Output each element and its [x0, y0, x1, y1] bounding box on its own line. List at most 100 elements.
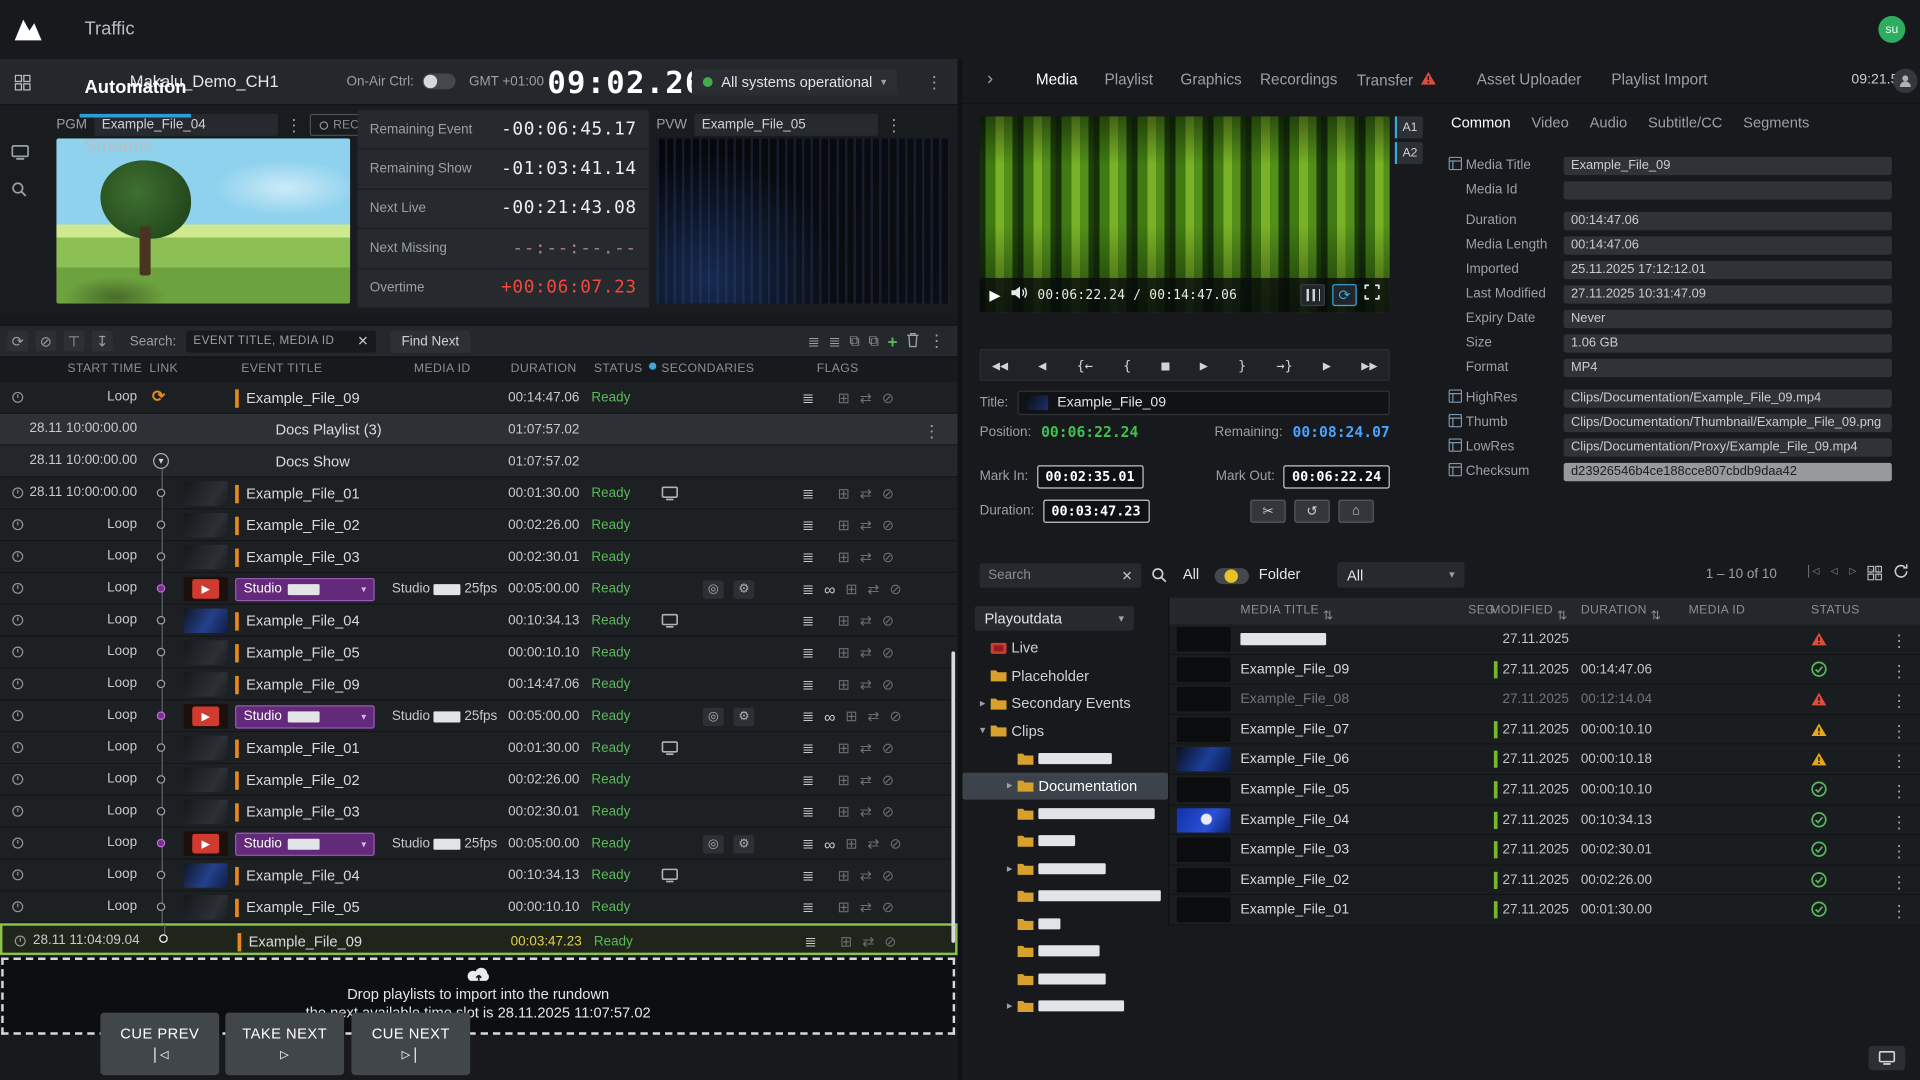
expander-icon[interactable]: ▸ [975, 696, 991, 709]
meta-tab-audio[interactable]: Audio [1590, 114, 1628, 131]
monitor-off-flag-icon[interactable]: ⊘ [882, 389, 894, 406]
search-view-icon[interactable] [11, 181, 27, 203]
clear-media-search-icon[interactable]: ✕ [1121, 568, 1132, 584]
rundown-row[interactable]: 28.11 10:00:00.00▾Docs Show01:07:57.02 [0, 446, 958, 478]
event-title[interactable]: Example_File_02 [235, 509, 360, 541]
rundown-row[interactable]: LoopExample_File_0500:00:10.10Ready≣⊞⇄⊘ [0, 891, 958, 923]
rundown-row[interactable]: LoopExample_File_0200:02:26.00Ready≣⊞⇄⊘ [0, 764, 958, 796]
rundown-row[interactable]: 28.11 11:04:09.04Example_File_0900:03:47… [0, 923, 958, 955]
media-tab-asset-uploader[interactable]: Asset Uploader [1477, 71, 1582, 88]
layout-flag-icon[interactable]: ⊞ [840, 933, 852, 950]
first-page-button[interactable]: |◁ [1805, 564, 1820, 577]
mark-in-value[interactable]: 00:02:35.01 [1037, 465, 1143, 488]
column-header-duration[interactable]: DURATION [511, 362, 577, 375]
studio-event-dropdown[interactable]: Studio▾ [235, 577, 375, 600]
media-tab-playlist-import[interactable]: Playlist Import [1611, 71, 1707, 88]
media-row[interactable]: Example_File_08 27.11.2025 00:12:14.04 ⋮ [1169, 685, 1920, 715]
monitor-off-flag-icon[interactable]: ⊘ [882, 899, 894, 916]
expander-icon[interactable]: ▸ [1002, 779, 1018, 792]
layout-flag-icon[interactable]: ⊞ [838, 740, 850, 757]
tree-item-folder[interactable]: ▸ [962, 855, 1168, 883]
add-event-icon[interactable]: + [888, 331, 898, 351]
user-avatar[interactable]: su [1878, 16, 1905, 43]
main-tab-streams[interactable]: Streams [80, 118, 192, 177]
transition-flag-icon[interactable]: ⇄ [860, 771, 872, 788]
event-title[interactable]: Example_File_09 [238, 926, 363, 958]
event-title[interactable]: Docs Playlist (3) [276, 414, 382, 446]
event-title[interactable]: Example_File_09 [235, 669, 360, 701]
next-page-button[interactable]: ▷ [1849, 564, 1856, 577]
append-list-icon[interactable]: ≣ [808, 332, 820, 349]
media-column-media-id[interactable]: MEDIA ID [1689, 604, 1746, 617]
transition-flag-icon[interactable]: ⇄ [860, 899, 872, 916]
tree-item-documentation[interactable]: ▸ Documentation [962, 772, 1168, 800]
media-row[interactable]: Example_File_09 27.11.2025 00:14:47.06 ⋮ [1169, 655, 1920, 685]
rundown-row[interactable]: LoopExample_File_0300:02:30.01Ready≣⊞⇄⊘ [0, 541, 958, 573]
tree-item-clips[interactable]: ▾ Clips [962, 717, 1168, 745]
makalu-logo[interactable] [0, 16, 56, 43]
export-icon[interactable]: ↧ [92, 331, 113, 352]
collapse-group-icon[interactable]: ▾ [153, 453, 169, 469]
expander-icon[interactable]: ▸ [1002, 862, 1018, 875]
transition-flag-icon[interactable]: ⇄ [867, 708, 879, 725]
tree-item-folder[interactable]: ▸ [962, 992, 1168, 1020]
frame-forward-button[interactable]: ▶ [1323, 357, 1331, 373]
rundown-row[interactable]: LoopExample_File_0300:02:30.01Ready≣⊞⇄⊘ [0, 796, 958, 828]
tree-item-placeholder[interactable]: Placeholder [962, 662, 1168, 690]
cue-next-button[interactable]: CUE NEXT▷| [351, 1013, 470, 1075]
transition-flag-icon[interactable]: ⇄ [867, 580, 879, 597]
gear-icon[interactable]: ⚙ [733, 707, 754, 725]
monitor-off-flag-icon[interactable]: ⊘ [882, 771, 894, 788]
prev-page-button[interactable]: ◁ [1831, 564, 1838, 577]
notes-flag-icon[interactable]: ≣ [802, 835, 814, 852]
column-header-media-id[interactable]: MEDIA ID [414, 362, 471, 375]
event-title[interactable]: Example_File_04 [235, 605, 360, 637]
notes-flag-icon[interactable]: ≣ [802, 612, 814, 629]
gear-icon[interactable]: ⚙ [733, 834, 754, 852]
set-mark-out-button[interactable]: } [1238, 357, 1246, 373]
rundown-search-input[interactable]: EVENT TITLE, MEDIA ID ✕ [186, 330, 376, 352]
media-row-menu-button[interactable]: ⋮ [1891, 902, 1908, 923]
media-tab-playlist[interactable]: Playlist [1104, 71, 1152, 88]
delete-icon[interactable] [906, 331, 919, 351]
media-row-menu-button[interactable]: ⋮ [1891, 872, 1908, 893]
tree-item-folder[interactable] [962, 910, 1168, 938]
media-column-modified[interactable]: MODIFIED⇅ [1490, 604, 1553, 617]
rundown-scrollbar[interactable] [951, 651, 955, 942]
monitor-off-flag-icon[interactable]: ⊘ [890, 708, 902, 725]
secondary-screen-icon[interactable] [661, 860, 678, 892]
meta-tab-video[interactable]: Video [1531, 114, 1568, 131]
audio-levels-icon[interactable] [1300, 284, 1324, 306]
tree-item-secondary-events[interactable]: ▸ Secondary Events [962, 689, 1168, 717]
notes-flag-icon[interactable]: ≣ [802, 899, 814, 916]
layout-flag-icon[interactable]: ⊞ [845, 580, 857, 597]
tree-item-live[interactable]: Live [962, 634, 1168, 662]
monitor-view-icon[interactable] [11, 144, 29, 166]
grid-view-icon[interactable] [1867, 564, 1882, 586]
expander-icon[interactable]: ▾ [975, 724, 991, 737]
media-row[interactable]: 27.11.2025 ⋮ [1169, 624, 1920, 654]
main-tab-automation[interactable]: Automation [80, 59, 192, 118]
search-icon[interactable] [1151, 567, 1167, 589]
secondary-screen-icon[interactable] [661, 605, 678, 637]
media-row-menu-button[interactable]: ⋮ [1891, 631, 1908, 652]
notes-flag-icon[interactable]: ≣ [802, 708, 814, 725]
layout-flag-icon[interactable]: ⊞ [845, 835, 857, 852]
collapse-panel-icon[interactable]: › [987, 69, 993, 90]
notes-flag-icon[interactable]: ≣ [802, 580, 814, 597]
studio-event-dropdown[interactable]: Studio▾ [235, 832, 375, 855]
transition-flag-icon[interactable]: ⇄ [862, 933, 874, 950]
pvw-video-preview[interactable] [656, 138, 950, 303]
monitor-off-flag-icon[interactable]: ⊘ [884, 933, 896, 950]
event-title[interactable]: Example_File_09 [235, 382, 360, 414]
monitor-off-flag-icon[interactable]: ⊘ [882, 549, 894, 566]
column-header-link[interactable]: LINK [149, 362, 178, 375]
column-header-status[interactable]: STATUS [594, 362, 643, 375]
goto-mark-in-button[interactable]: {← [1077, 357, 1093, 373]
media-row[interactable]: Example_File_05 27.11.2025 00:00:10.10 ⋮ [1169, 775, 1920, 805]
media-column-media-title[interactable]: MEDIA TITLE⇅ [1240, 604, 1319, 617]
meta-value-checksum[interactable]: d23926546b4ce188cce807cbdb9daa42 [1564, 462, 1892, 480]
event-title[interactable]: Example_File_04 [235, 860, 360, 892]
onair-toggle[interactable] [422, 73, 455, 89]
event-title[interactable]: Studio▾ [235, 573, 375, 605]
